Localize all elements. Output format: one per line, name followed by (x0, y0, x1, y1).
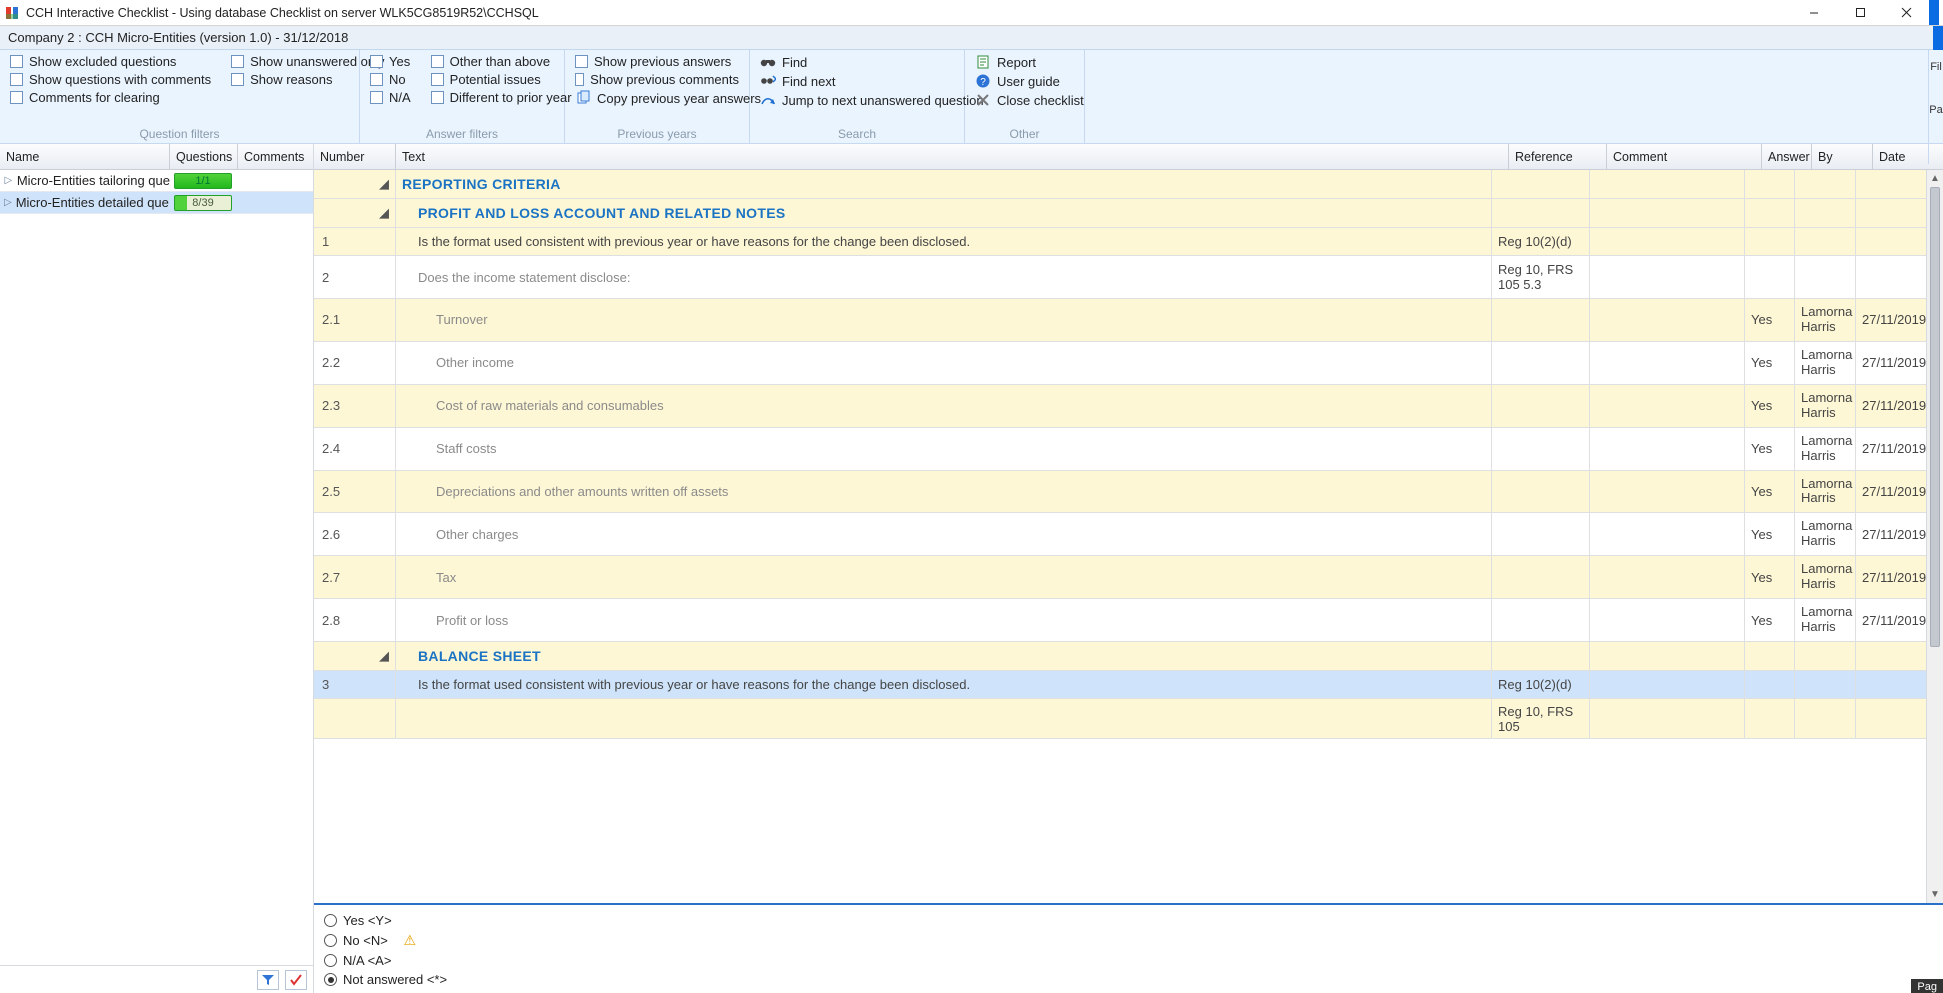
ribbon-right-tab-lower[interactable]: Pa (1928, 144, 1943, 164)
hdr-number[interactable]: Number (314, 144, 396, 169)
right-edge-accent (1929, 0, 1939, 25)
hdr-answer[interactable]: Answer (1762, 144, 1812, 169)
question-row[interactable]: 2.7 Tax Yes Lamorna Harris 27/11/2019 (314, 556, 1926, 599)
chk-ans-diff-prior[interactable]: Different to prior year (431, 90, 572, 105)
svg-text:?: ? (980, 77, 986, 88)
close-button[interactable] (1883, 0, 1929, 26)
hdr-by[interactable]: By (1812, 144, 1873, 169)
question-row[interactable]: Reg 10, FRS 105 (314, 699, 1926, 739)
btn-find[interactable]: Find (760, 54, 954, 70)
chk-ans-no[interactable]: No (370, 72, 411, 87)
btn-jump-next-unanswered[interactable]: Jump to next unanswered question (760, 92, 954, 108)
answer-option-notanswered[interactable]: Not answered <*> (324, 970, 1933, 989)
vertical-scrollbar[interactable]: ▲ ▼ (1926, 170, 1943, 903)
progress-badge: 8/39 (174, 195, 232, 211)
ribbon-group-caption: Answer filters (370, 125, 554, 141)
binoculars-icon (760, 54, 776, 70)
title-bar: CCH Interactive Checklist - Using databa… (0, 0, 1943, 26)
btn-user-guide[interactable]: ? User guide (975, 73, 1074, 89)
answer-panel: Yes <Y> No <N> ⚠ N/A <A> Not answered <*… (314, 903, 1943, 993)
binoculars-next-icon (760, 73, 776, 89)
col-comments[interactable]: Comments (238, 144, 313, 169)
chk-comments-clearing[interactable]: Comments for clearing (10, 90, 211, 105)
close-icon (975, 92, 991, 108)
ribbon-right-tab-upper[interactable]: Fil (1928, 50, 1943, 143)
help-icon: ? (975, 73, 991, 89)
btn-copy-prev-answers[interactable]: Copy previous year answers (575, 90, 739, 106)
question-row[interactable]: 2.5 Depreciations and other amounts writ… (314, 471, 1926, 514)
chk-ans-yes[interactable]: Yes (370, 54, 411, 69)
app-icon (4, 5, 20, 21)
ribbon-toolbar: Show excluded questions Show questions w… (0, 50, 1943, 144)
section-tree-row[interactable]: ▷Micro-Entities tailoring que 1/1 (0, 170, 313, 192)
ribbon-group-caption: Search (760, 125, 954, 141)
section-tree-panel: Name Questions Comments ▷Micro-Entities … (0, 144, 314, 993)
subtitle-text: Company 2 : CCH Micro-Entities (version … (8, 30, 348, 45)
collapse-icon[interactable]: ◢ (379, 205, 389, 221)
question-row[interactable]: 2.2 Other income Yes Lamorna Harris 27/1… (314, 342, 1926, 385)
section-tree-row[interactable]: ▷Micro-Entities detailed que: 8/39 (0, 192, 313, 214)
section-tree-header: Name Questions Comments (0, 144, 313, 170)
question-grid-header: Number Text Reference Comment Answer By … (314, 144, 1943, 170)
question-row[interactable]: 2 Does the income statement disclose: Re… (314, 256, 1926, 299)
chk-prev-answers[interactable]: Show previous answers (575, 54, 739, 69)
hdr-comment[interactable]: Comment (1607, 144, 1762, 169)
answer-option-yes[interactable]: Yes <Y> (324, 911, 1933, 930)
question-row[interactable]: 1 Is the format used consistent with pre… (314, 228, 1926, 256)
section-header-row[interactable]: ◢ REPORTING CRITERIA (314, 170, 1926, 199)
report-icon (975, 54, 991, 70)
section-header-row[interactable]: ◢ PROFIT AND LOSS ACCOUNT AND RELATED NO… (314, 199, 1926, 228)
hdr-text[interactable]: Text (396, 144, 1509, 169)
page-tag: Pag (1911, 979, 1943, 993)
scroll-down-icon[interactable]: ▼ (1927, 886, 1943, 903)
chk-prev-comments[interactable]: Show previous comments (575, 72, 739, 87)
jump-icon (760, 92, 776, 108)
btn-report[interactable]: Report (975, 54, 1074, 70)
btn-find-next[interactable]: Find next (760, 73, 954, 89)
chk-show-excluded[interactable]: Show excluded questions (10, 54, 211, 69)
collapse-icon[interactable]: ◢ (379, 648, 389, 664)
hdr-reference[interactable]: Reference (1509, 144, 1607, 169)
question-row[interactable]: 2.1 Turnover Yes Lamorna Harris 27/11/20… (314, 299, 1926, 342)
section-header-row[interactable]: ◢ BALANCE SHEET (314, 642, 1926, 671)
filter-button[interactable] (257, 970, 279, 990)
ribbon-group-caption: Previous years (575, 125, 739, 141)
chk-ans-na[interactable]: N/A (370, 90, 411, 105)
question-grid-body[interactable]: ◢ REPORTING CRITERIA ◢ PROFIT AND LOSS A… (314, 170, 1926, 903)
window-title: CCH Interactive Checklist - Using databa… (26, 6, 539, 20)
question-row[interactable]: 2.4 Staff costs Yes Lamorna Harris 27/11… (314, 428, 1926, 471)
scroll-up-icon[interactable]: ▲ (1927, 170, 1943, 187)
question-row[interactable]: 2.8 Profit or loss Yes Lamorna Harris 27… (314, 599, 1926, 642)
answer-option-na[interactable]: N/A <A> (324, 951, 1933, 970)
chk-ans-potential[interactable]: Potential issues (431, 72, 572, 87)
expand-icon[interactable]: ▷ (4, 197, 12, 208)
ribbon-group-caption: Other (975, 125, 1074, 141)
expand-icon[interactable]: ▷ (4, 175, 13, 186)
chk-show-comments[interactable]: Show questions with comments (10, 72, 211, 87)
chk-ans-other[interactable]: Other than above (431, 54, 572, 69)
col-name[interactable]: Name (0, 144, 170, 169)
accept-button[interactable] (285, 970, 307, 990)
progress-badge: 1/1 (174, 173, 232, 189)
question-row[interactable]: 3 Is the format used consistent with pre… (314, 671, 1926, 699)
col-questions[interactable]: Questions (170, 144, 238, 169)
collapse-icon[interactable]: ◢ (379, 176, 389, 192)
question-row[interactable]: 2.6 Other charges Yes Lamorna Harris 27/… (314, 513, 1926, 556)
right-edge-accent-2 (1933, 26, 1943, 50)
answer-option-no[interactable]: No <N> ⚠ (324, 930, 1933, 951)
warning-icon: ⚠ (403, 932, 416, 949)
minimize-button[interactable] (1791, 0, 1837, 26)
document-subtitle: Company 2 : CCH Micro-Entities (version … (0, 26, 1933, 50)
ribbon-group-caption: Question filters (10, 125, 349, 141)
copy-icon (575, 90, 591, 106)
btn-close-checklist[interactable]: Close checklist (975, 92, 1074, 108)
question-row[interactable]: 2.3 Cost of raw materials and consumable… (314, 385, 1926, 428)
maximize-button[interactable] (1837, 0, 1883, 26)
